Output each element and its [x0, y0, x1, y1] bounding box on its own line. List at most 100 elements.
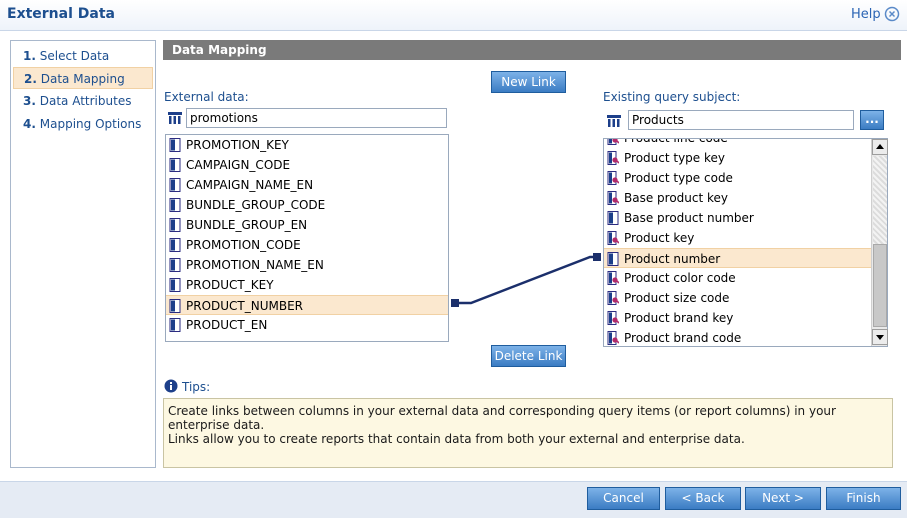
list-item-label: BUNDLE_GROUP_CODE — [186, 198, 326, 212]
new-link-button[interactable]: New Link — [491, 71, 566, 93]
column-icon — [169, 238, 181, 252]
column-icon — [607, 252, 619, 266]
external-data-list[interactable]: PROMOTION_KEY CAMPAIGN_CODE CAMPAIGN_NAME_… — [165, 134, 449, 342]
list-item[interactable]: Product brand code — [604, 328, 887, 346]
existing-subject-label: Existing query subject: — [603, 90, 741, 104]
column-icon — [169, 218, 181, 232]
footer-bar: Cancel < Back Next > Finish — [0, 481, 907, 518]
query-list-scrollbar[interactable] — [871, 139, 888, 346]
step-data-mapping[interactable]: 2. Data Mapping — [13, 67, 153, 89]
scroll-track[interactable] — [873, 156, 887, 244]
list-item-label: PRODUCT_NUMBER — [186, 299, 304, 313]
arrow-down-icon — [876, 335, 884, 340]
table-icon — [168, 112, 182, 124]
list-item[interactable]: PROMOTION_KEY — [166, 135, 448, 155]
list-item[interactable]: BUNDLE_GROUP_CODE — [166, 195, 448, 215]
window-title: External Data — [7, 6, 115, 22]
step-mapping-options[interactable]: 4. Mapping Options — [13, 113, 153, 135]
list-item[interactable]: Product color code — [604, 268, 887, 288]
list-item[interactable]: PRODUCT_EN — [166, 315, 448, 335]
step-number: 3. — [23, 94, 36, 108]
query-subject-field[interactable]: Products — [628, 110, 854, 130]
list-item[interactable]: CAMPAIGN_CODE — [166, 155, 448, 175]
tips-text: Create links between columns in your ext… — [163, 398, 893, 468]
key-column-icon — [607, 291, 619, 305]
list-item[interactable]: PROMOTION_NAME_EN — [166, 255, 448, 275]
step-number: 4. — [23, 117, 36, 131]
step-data-attributes[interactable]: 3. Data Attributes — [13, 90, 153, 112]
step-label: Data Attributes — [39, 94, 132, 108]
list-item[interactable]: Product size code — [604, 288, 887, 308]
column-icon — [169, 198, 181, 212]
next-button[interactable]: Next > — [745, 487, 821, 510]
list-item-label: Product line code — [624, 138, 728, 145]
cancel-button[interactable]: Cancel — [587, 487, 660, 510]
table-icon — [607, 115, 621, 127]
external-source-field[interactable]: promotions — [186, 108, 447, 128]
key-column-icon — [607, 151, 619, 165]
info-icon — [164, 379, 178, 393]
section-header: Data Mapping — [163, 40, 901, 60]
list-item[interactable]: Product number — [604, 248, 887, 268]
scroll-down-button[interactable] — [872, 329, 888, 345]
step-label: Mapping Options — [39, 117, 142, 131]
list-item-label: Product color code — [624, 271, 736, 285]
list-item-label: Base product key — [624, 191, 729, 205]
title-bar: External Data Help — [0, 0, 907, 31]
scroll-thumb[interactable] — [873, 244, 887, 327]
column-icon — [169, 138, 181, 152]
scroll-up-button[interactable] — [872, 139, 888, 155]
list-item-label: PROMOTION_KEY — [186, 138, 289, 152]
external-data-label: External data: — [164, 90, 249, 104]
list-item[interactable]: Base product number — [604, 208, 887, 228]
list-item[interactable]: BUNDLE_GROUP_EN — [166, 215, 448, 235]
column-icon — [169, 258, 181, 272]
list-item[interactable]: PROMOTION_CODE — [166, 235, 448, 255]
key-column-icon — [607, 331, 619, 345]
browse-button[interactable]: ... — [860, 110, 884, 130]
query-items-list[interactable]: Product line code Product type key Product… — [603, 138, 888, 347]
list-item[interactable]: Product key — [604, 228, 887, 248]
list-item-label: PRODUCT_EN — [186, 318, 268, 332]
list-item-label: Product key — [624, 231, 695, 245]
column-icon — [169, 318, 181, 332]
column-icon — [607, 211, 619, 225]
list-item[interactable]: Product line code — [604, 138, 887, 148]
key-column-icon — [607, 139, 619, 145]
key-column-icon — [607, 271, 619, 285]
list-item-label: Product size code — [624, 291, 730, 305]
list-item[interactable]: CAMPAIGN_NAME_EN — [166, 175, 448, 195]
close-icon[interactable] — [884, 6, 900, 22]
list-item-label: CAMPAIGN_NAME_EN — [186, 178, 314, 192]
back-button[interactable]: < Back — [665, 487, 741, 510]
list-item-label: Product brand code — [624, 331, 742, 345]
tips-label: Tips: — [182, 380, 211, 394]
column-icon — [169, 278, 181, 292]
list-item[interactable]: Product type code — [604, 168, 887, 188]
list-item[interactable]: Product type key — [604, 148, 887, 168]
list-item[interactable]: Base product key — [604, 188, 887, 208]
column-icon — [169, 178, 181, 192]
list-item-label: Product type code — [624, 171, 733, 185]
help-link[interactable]: Help — [851, 7, 881, 22]
key-column-icon — [607, 311, 619, 325]
column-icon — [169, 158, 181, 172]
step-number: 2. — [24, 72, 37, 86]
list-item-label: CAMPAIGN_CODE — [186, 158, 291, 172]
step-number: 1. — [23, 49, 36, 63]
key-column-icon — [607, 191, 619, 205]
delete-link-button[interactable]: Delete Link — [491, 345, 566, 367]
list-item-label: PROMOTION_CODE — [186, 238, 301, 252]
step-select-data[interactable]: 1. Select Data — [13, 45, 153, 67]
finish-button[interactable]: Finish — [826, 487, 901, 510]
arrow-up-icon — [876, 144, 884, 149]
column-icon — [169, 299, 181, 313]
key-column-icon — [607, 231, 619, 245]
list-item[interactable]: Product brand key — [604, 308, 887, 328]
step-label: Select Data — [39, 49, 110, 63]
list-item-label: BUNDLE_GROUP_EN — [186, 218, 308, 232]
list-item[interactable]: PRODUCT_NUMBER — [166, 295, 448, 315]
list-item-label: Product type key — [624, 151, 726, 165]
list-item[interactable]: PRODUCT_KEY — [166, 275, 448, 295]
key-column-icon — [607, 171, 619, 185]
